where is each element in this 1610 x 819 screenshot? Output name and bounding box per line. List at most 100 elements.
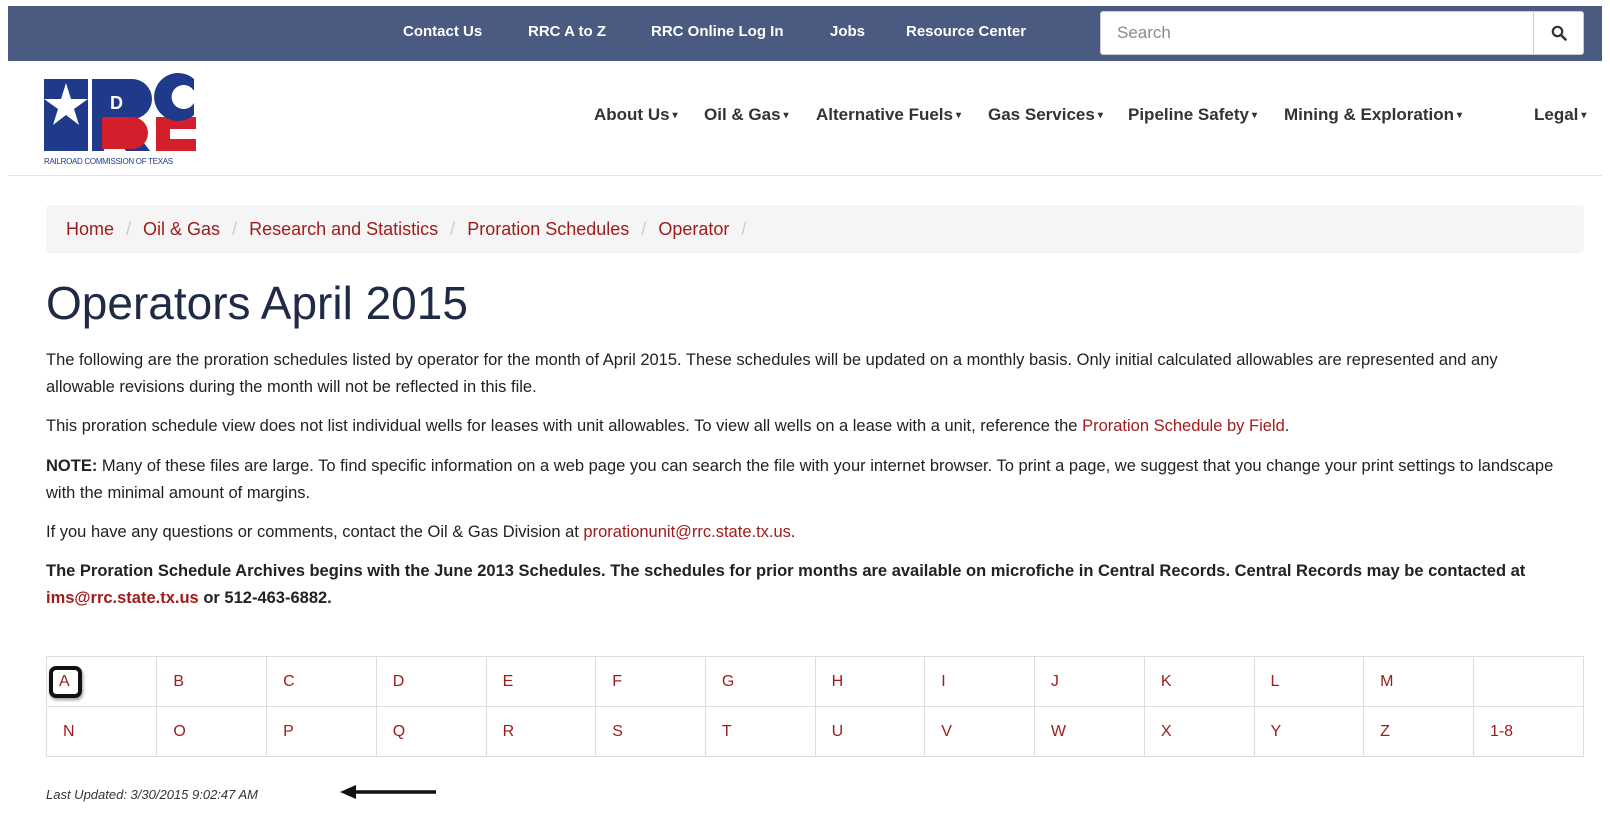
rrc-online-login-link[interactable]: RRC Online Log In (651, 23, 784, 40)
resource-center-link[interactable]: Resource Center (906, 23, 1026, 40)
contact-paragraph: If you have any questions or comments, c… (46, 519, 1566, 546)
letter-link-j[interactable]: J (1051, 673, 1059, 690)
breadcrumb-research-statistics[interactable]: Research and Statistics (249, 219, 438, 240)
letter-link-e[interactable]: E (503, 673, 514, 690)
breadcrumb-separator: / (232, 218, 238, 239)
breadcrumb-home[interactable]: Home (66, 219, 114, 240)
table-cell: X (1143, 706, 1255, 757)
search-input[interactable] (1100, 11, 1534, 55)
letter-link-o[interactable]: O (173, 723, 185, 740)
nav-legal[interactable]: Legal ▾ (1534, 105, 1586, 125)
letter-link-d[interactable]: D (393, 673, 405, 690)
search-button[interactable] (1534, 11, 1584, 55)
letter-link-f[interactable]: F (612, 673, 622, 690)
letter-link-h[interactable]: H (832, 673, 844, 690)
site-header: D RAILROAD COMMISSION OF TEXAS About Us ▾… (8, 61, 1602, 176)
proration-email-link[interactable]: prorationunit@rrc.state.tx.us (583, 523, 791, 541)
table-cell: 1-8 (1472, 706, 1585, 757)
nav-pipeline-safety[interactable]: Pipeline Safety ▾ (1128, 105, 1257, 125)
letter-link-l[interactable]: L (1271, 673, 1280, 690)
paragraph-text: If you have any questions or comments, c… (46, 523, 584, 541)
letter-link-b[interactable]: B (173, 673, 184, 690)
note-label: NOTE: (46, 457, 98, 475)
period: . (790, 523, 796, 541)
letter-link-m[interactable]: M (1380, 673, 1393, 690)
caret-down-icon: ▾ (783, 110, 789, 122)
table-cell: P (266, 706, 377, 757)
letter-link-s[interactable]: S (612, 723, 623, 740)
breadcrumb: Home / Oil & Gas / Research and Statistics… (46, 205, 1584, 253)
table-cell: C (266, 656, 377, 707)
caret-down-icon: ▾ (1097, 110, 1103, 122)
search-form (1100, 11, 1590, 55)
highlight-box: A (49, 665, 82, 698)
letter-link-q[interactable]: Q (393, 723, 405, 740)
nav-oil-gas[interactable]: Oil & Gas ▾ (704, 105, 789, 125)
letter-link-a[interactable]: A (59, 673, 70, 690)
table-cell: D (375, 656, 487, 707)
breadcrumb-separator: / (126, 218, 132, 239)
note-paragraph: NOTE: Many of these files are large. To … (46, 453, 1566, 507)
nav-alternative-fuels[interactable]: Alternative Fuels ▾ (816, 105, 961, 125)
jobs-link[interactable]: Jobs (830, 23, 865, 40)
svg-text:D: D (110, 93, 123, 113)
letter-link-k[interactable]: K (1161, 673, 1172, 690)
proration-schedule-by-field-link[interactable]: Proration Schedule by Field (1082, 417, 1285, 435)
table-cell: F (595, 656, 706, 707)
caret-down-icon: ▾ (1457, 110, 1463, 122)
letter-link-g[interactable]: G (722, 673, 734, 690)
breadcrumb-operator[interactable]: Operator (658, 219, 729, 240)
letter-link-r[interactable]: R (503, 723, 515, 740)
archives-paragraph: The Proration Schedule Archives begins w… (46, 558, 1566, 612)
rrc-logo[interactable]: D RAILROAD COMMISSION OF TEXAS (44, 73, 214, 169)
table-cell: L (1253, 656, 1365, 707)
table-cell: Z (1363, 706, 1474, 757)
nav-gas-services[interactable]: Gas Services ▾ (988, 105, 1103, 125)
breadcrumb-separator: / (450, 218, 456, 239)
table-cell: O (156, 706, 268, 757)
table-cell: J (1033, 656, 1145, 707)
breadcrumb-proration-schedules[interactable]: Proration Schedules (467, 219, 629, 240)
logo-caption: RAILROAD COMMISSION OF TEXAS (44, 157, 173, 166)
letter-link-n[interactable]: N (63, 723, 75, 740)
contact-us-link[interactable]: Contact Us (403, 23, 482, 40)
table-row: N O P Q R S T U V W X Y Z 1-8 (45, 706, 1585, 757)
table-cell: K (1143, 656, 1255, 707)
caret-down-icon: ▾ (1251, 110, 1257, 122)
table-cell: T (704, 706, 816, 757)
last-updated-text: Last Updated: 3/30/2015 9:02:47 AM (46, 787, 259, 802)
paragraph-text: The Proration Schedule Archives begins w… (46, 562, 1526, 580)
letter-link-w[interactable]: W (1051, 723, 1066, 740)
nav-about-us[interactable]: About Us ▾ (594, 105, 678, 125)
breadcrumb-separator: / (641, 218, 647, 239)
breadcrumb-oil-gas[interactable]: Oil & Gas (143, 219, 220, 240)
table-cell: G (704, 656, 816, 707)
table-cell: U (814, 706, 926, 757)
table-cell (1472, 656, 1585, 707)
table-cell: W (1033, 706, 1145, 757)
letter-link-i[interactable]: I (941, 673, 945, 690)
nav-label: Mining & Exploration (1284, 105, 1454, 124)
table-cell: B (156, 656, 268, 707)
table-cell: I (924, 656, 1035, 707)
operator-alphabet-table: A B C D E F G H I J K L M N O P Q R S T … (45, 656, 1585, 757)
letter-link-z[interactable]: Z (1380, 723, 1390, 740)
nav-mining-exploration[interactable]: Mining & Exploration ▾ (1284, 105, 1462, 125)
table-row: A B C D E F G H I J K L M (45, 656, 1585, 707)
rrc-logo-mark: D (44, 73, 196, 151)
rrc-a-to-z-link[interactable]: RRC A to Z (528, 23, 606, 40)
table-cell: S (595, 706, 706, 757)
breadcrumb-separator: / (741, 218, 747, 239)
letter-link-y[interactable]: Y (1271, 723, 1282, 740)
paragraph-tail: or 512-463-6882. (198, 589, 332, 607)
left-arrow-icon (340, 785, 436, 799)
table-cell: N (45, 706, 158, 757)
letter-link-x[interactable]: X (1161, 723, 1172, 740)
letter-link-1-8[interactable]: 1-8 (1490, 723, 1513, 740)
letter-link-v[interactable]: V (941, 723, 952, 740)
letter-link-t[interactable]: T (722, 723, 732, 740)
letter-link-u[interactable]: U (832, 723, 844, 740)
ims-email-link[interactable]: ims@rrc.state.tx.us (46, 589, 199, 607)
letter-link-p[interactable]: P (283, 723, 294, 740)
letter-link-c[interactable]: C (283, 673, 295, 690)
